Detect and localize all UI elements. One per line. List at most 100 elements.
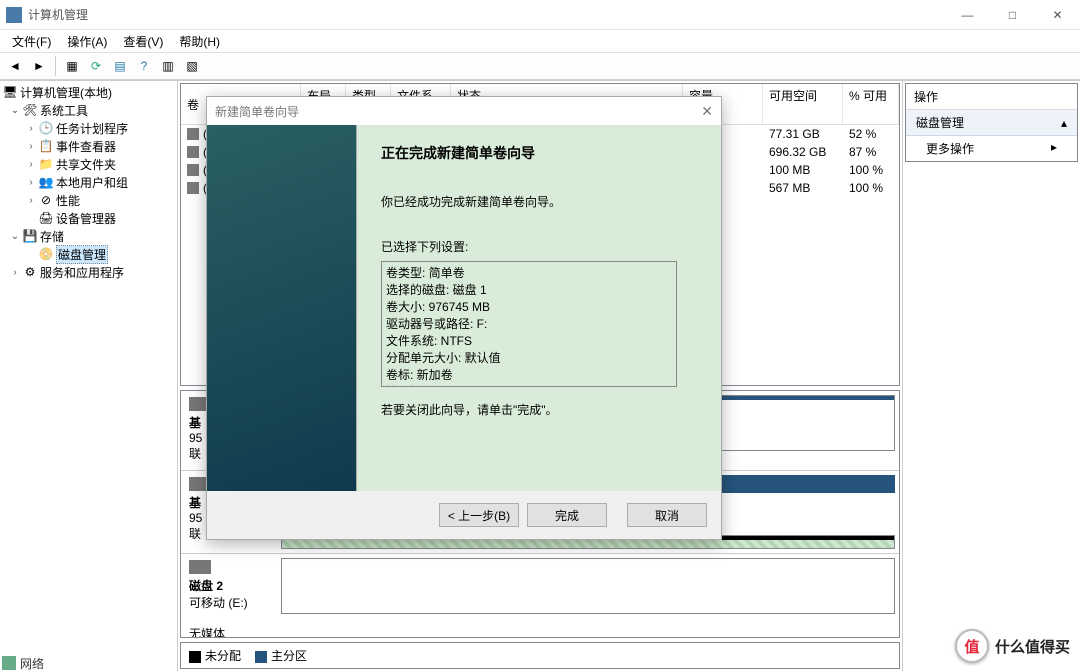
tree-event-viewer[interactable]: 事件查看器	[56, 138, 116, 155]
summary-line: 选择的磁盘: 磁盘 1	[386, 281, 672, 298]
actions-more[interactable]: 更多操作▸	[906, 136, 1077, 161]
summary-line: 快速格式化: 是	[386, 383, 672, 387]
chevron-up-icon: ▴	[1061, 116, 1067, 130]
tools-icon: 🛠	[22, 102, 38, 118]
minimize-button[interactable]: —	[945, 0, 990, 30]
help-icon: ?	[141, 59, 148, 73]
expand-icon[interactable]: ›	[24, 195, 38, 206]
tree-local-users[interactable]: 本地用户和组	[56, 174, 128, 191]
watermark: 值 什么值得买	[955, 629, 1070, 663]
summary-line: 文件系统: NTFS	[386, 332, 672, 349]
page-icon: ▦	[66, 59, 77, 73]
summary-line: 卷大小: 976745 MB	[386, 298, 672, 315]
wizard-selected-label: 已选择下列设置:	[381, 238, 697, 255]
volume-icon	[187, 164, 199, 176]
perf-icon: ⊘	[38, 192, 54, 208]
computer-icon: 🖥	[2, 84, 18, 100]
volume-icon	[187, 146, 199, 158]
tree-system-tools[interactable]: 系统工具	[40, 102, 88, 119]
legend-swatch-primary	[255, 651, 267, 663]
network-icon	[2, 656, 16, 670]
disk-2-media: 无媒体	[189, 627, 225, 638]
watermark-icon: 值	[955, 629, 989, 663]
disk-2-sub: 可移动 (E:)	[189, 596, 248, 610]
disk-label: 磁盘 2 可移动 (E:) 无媒体	[185, 558, 275, 638]
tree-services[interactable]: 服务和应用程序	[40, 264, 124, 281]
disk-icon	[189, 560, 211, 574]
status-strip: 网络	[2, 655, 44, 671]
toolbar-button[interactable]: ▧	[181, 55, 203, 77]
event-icon: 📋	[38, 138, 54, 154]
col-pct[interactable]: % 可用	[843, 84, 899, 124]
disk-row-2[interactable]: 磁盘 2 可移动 (E:) 无媒体	[181, 554, 899, 638]
help-button[interactable]: ?	[133, 55, 155, 77]
watermark-text: 什么值得买	[995, 636, 1070, 657]
menu-help[interactable]: 帮助(H)	[171, 31, 228, 52]
legend-swatch-unalloc	[189, 651, 201, 663]
toolbar-button[interactable]: ▦	[61, 55, 83, 77]
back-button[interactable]: < 上一步(B)	[439, 503, 519, 527]
title-bar: 计算机管理 — □ ✕	[0, 0, 1080, 30]
wizard-summary-box[interactable]: 卷类型: 简单卷 选择的磁盘: 磁盘 1 卷大小: 976745 MB 驱动器号…	[381, 261, 677, 387]
finish-button[interactable]: 完成	[527, 503, 607, 527]
cancel-button[interactable]: 取消	[627, 503, 707, 527]
toolbar-button[interactable]: ▤	[109, 55, 131, 77]
summary-line: 分配单元大小: 默认值	[386, 349, 672, 366]
chevron-right-icon: ▸	[1051, 140, 1057, 154]
tree-device-manager[interactable]: 设备管理器	[56, 210, 116, 227]
tree-shared-folders[interactable]: 共享文件夹	[56, 156, 116, 173]
tree-task-scheduler[interactable]: 任务计划程序	[56, 120, 128, 137]
menu-bar: 文件(F) 操作(A) 查看(V) 帮助(H)	[0, 30, 1080, 52]
navigation-tree[interactable]: 🖥计算机管理(本地) ⌄🛠系统工具 ›🕒任务计划程序 ›📋事件查看器 ›📁共享文…	[0, 81, 178, 671]
device-icon: 🖨	[38, 210, 54, 226]
status-text: 网络	[20, 655, 44, 672]
dialog-close-button[interactable]: ✕	[701, 103, 713, 120]
maximize-button[interactable]: □	[990, 0, 1035, 30]
dialog-caption: 新建简单卷向导	[215, 103, 299, 120]
close-button[interactable]: ✕	[1035, 0, 1080, 30]
volume-icon	[187, 128, 199, 140]
tree-root[interactable]: 计算机管理(本地)	[20, 84, 112, 101]
tree-performance[interactable]: 性能	[56, 192, 80, 209]
toolbar: ◄ ► ▦ ⟳ ▤ ? ▥ ▧	[0, 52, 1080, 80]
folder-icon: 📁	[38, 156, 54, 172]
refresh-button[interactable]: ⟳	[85, 55, 107, 77]
wizard-footer: < 上一步(B) 完成 取消	[207, 491, 721, 539]
nav-back-button[interactable]: ◄	[4, 55, 26, 77]
volume-icon	[187, 182, 199, 194]
disk-icon: 📀	[38, 246, 54, 262]
nav-fwd-button[interactable]: ►	[28, 55, 50, 77]
clock-icon: 🕒	[38, 120, 54, 136]
wizard-sidebar-graphic	[207, 125, 357, 491]
partition-empty[interactable]	[281, 558, 895, 614]
expand-icon[interactable]: ›	[8, 267, 22, 278]
dialog-titlebar[interactable]: 新建简单卷向导 ✕	[207, 97, 721, 125]
summary-line: 卷标: 新加卷	[386, 366, 672, 383]
users-icon: 👥	[38, 174, 54, 190]
menu-view[interactable]: 查看(V)	[115, 31, 171, 52]
menu-file[interactable]: 文件(F)	[4, 31, 59, 52]
storage-icon: 💾	[22, 228, 38, 244]
wizard-content: 正在完成新建简单卷向导 你已经成功完成新建简单卷向导。 已选择下列设置: 卷类型…	[357, 125, 721, 491]
summary-line: 卷类型: 简单卷	[386, 264, 672, 281]
col-free[interactable]: 可用空间	[763, 84, 843, 124]
toolbar-button[interactable]: ▥	[157, 55, 179, 77]
refresh-icon: ⟳	[91, 59, 101, 73]
collapse-icon[interactable]: ⌄	[8, 231, 22, 242]
collapse-icon[interactable]: ⌄	[8, 105, 22, 116]
expand-icon[interactable]: ›	[24, 123, 38, 134]
grid-icon: ▧	[186, 59, 197, 73]
expand-icon[interactable]: ›	[24, 141, 38, 152]
wizard-heading: 正在完成新建简单卷向导	[381, 143, 697, 163]
legend-unalloc: 未分配	[205, 649, 241, 663]
grid-icon: ▥	[162, 59, 173, 73]
disk-2-name: 磁盘 2	[189, 579, 223, 593]
tree-storage[interactable]: 存储	[40, 228, 64, 245]
expand-icon[interactable]: ›	[24, 177, 38, 188]
actions-section[interactable]: 磁盘管理▴	[906, 110, 1077, 136]
menu-action[interactable]: 操作(A)	[59, 31, 115, 52]
window-title: 计算机管理	[28, 6, 945, 23]
expand-icon[interactable]: ›	[24, 159, 38, 170]
wizard-close-hint: 若要关闭此向导，请单击"完成"。	[381, 401, 697, 418]
tree-disk-mgmt[interactable]: 磁盘管理	[56, 245, 108, 264]
